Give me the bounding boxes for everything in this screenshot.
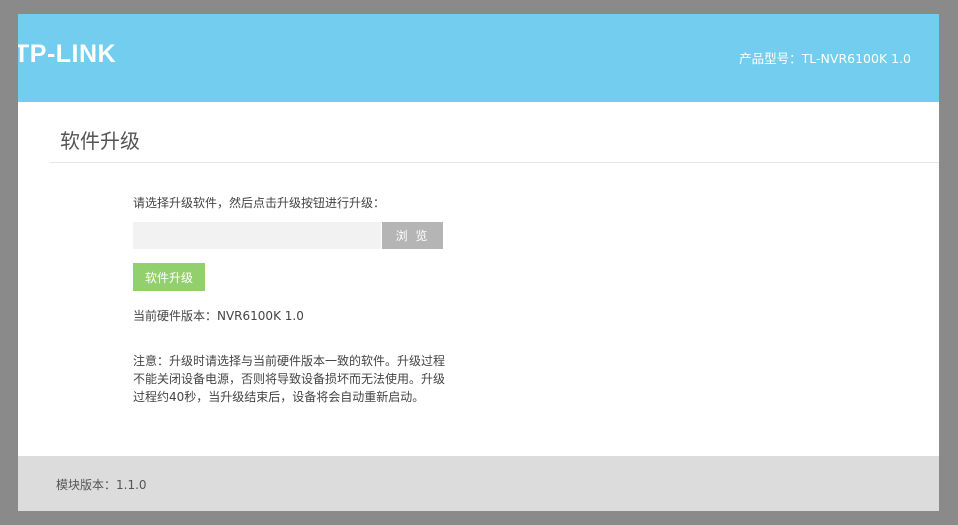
page-title: 软件升级 [60,129,140,153]
screenshot-frame: TP-LINK 产品型号：TL-NVR6100K 1.0 软件升级 请选择升级软… [0,0,958,525]
product-model-label: 产品型号：TL-NVR6100K 1.0 [739,51,911,66]
router-window: TP-LINK 产品型号：TL-NVR6100K 1.0 软件升级 请选择升级软… [18,14,939,511]
tp-link-logo: TP-LINK [18,40,117,68]
title-divider [50,162,939,163]
upgrade-note-line: 过程约40秒，当升级结束后，设备将会自动重新启动。 [133,390,425,404]
header-bar: TP-LINK 产品型号：TL-NVR6100K 1.0 [18,14,939,102]
upgrade-file-input[interactable] [133,222,381,249]
browse-button[interactable]: 浏 览 [382,222,443,249]
upgrade-note-line: 不能关闭设备电源，否则将导致设备损坏而无法使用。升级 [133,372,446,386]
upgrade-instruction: 请选择升级软件，然后点击升级按钮进行升级： [133,196,386,210]
upgrade-note-line: 注意：升级时请选择与当前硬件版本一致的软件。升级过程 [133,354,446,368]
software-upgrade-button[interactable]: 软件升级 [133,263,205,291]
hardware-version-label: 当前硬件版本：NVR6100K 1.0 [133,309,304,323]
footer-bar: 模块版本：1.1.0 [18,456,939,511]
upgrade-note: 注意：升级时请选择与当前硬件版本一致的软件。升级过程 不能关闭设备电源，否则将导… [133,352,453,406]
module-version-label: 模块版本：1.1.0 [56,478,147,492]
